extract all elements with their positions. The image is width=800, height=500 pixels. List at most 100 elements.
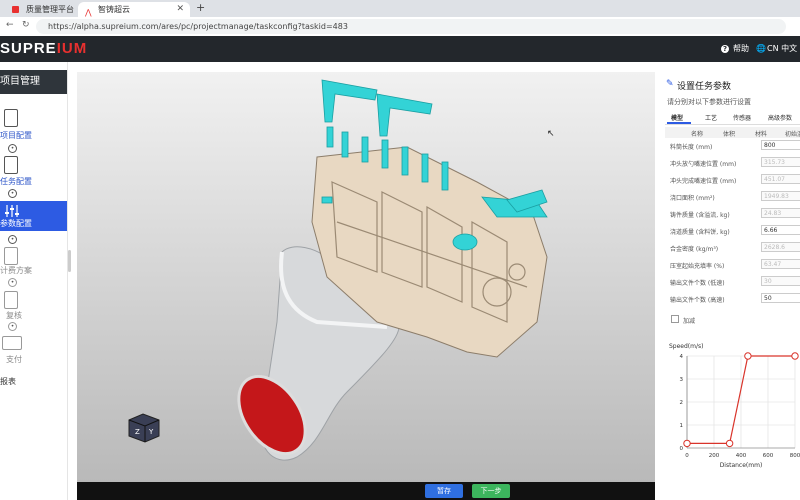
x-tick-label: 200 — [709, 453, 720, 459]
x-axis-label: Distance(mm) — [720, 462, 763, 469]
sidebar: 项目管理 项目配置 • 任务配置 • 参数配置 • 计费方案 • 复核 • 支付… — [0, 62, 68, 500]
task-config-icon[interactable] — [4, 156, 18, 174]
sliders-icon — [4, 203, 20, 217]
parameter-form: 料筒长度 (mm) 800 冲头放勺嘴速位置 (mm) 315.73 冲头完成嘴速位置 … — [663, 138, 800, 318]
panel-tabs: 模型 工艺 传感器 高级参数 — [665, 110, 800, 125]
field-label: 输出文件个数 (高速) — [670, 297, 725, 304]
speed-point — [725, 439, 734, 448]
checkbox[interactable] — [671, 315, 679, 323]
field-input[interactable]: 2628.6 — [761, 242, 800, 252]
mouse-cursor-icon: ↖ — [547, 129, 555, 139]
help-link[interactable]: 帮助 — [733, 36, 749, 62]
parameter-panel: ✎ 设置任务参数 请分别对以下参数进行设置 模型 工艺 传感器 高级参数 名称 … — [663, 72, 800, 500]
x-tick-label: 0 — [685, 453, 689, 459]
y-tick-label: 1 — [680, 423, 684, 429]
sidebar-item-label: 参数配置 — [0, 219, 32, 228]
x-tick-label: 600 — [763, 453, 774, 459]
url-field[interactable]: https://alpha.supreium.com/ares/pc/proje… — [36, 19, 786, 34]
url-text: https://alpha.supreium.com/ares/pc/proje… — [48, 22, 348, 31]
view-cube-icon[interactable]: ZY — [127, 412, 161, 443]
speed-point — [744, 352, 752, 360]
field-input[interactable]: 30 — [761, 276, 800, 286]
field-label: 浇口面积 (mm²) — [670, 195, 715, 202]
language-selector[interactable]: CN 中文 — [767, 36, 797, 62]
tab-label: 智铸超云 — [98, 5, 130, 14]
y-tick-label: 3 — [680, 377, 684, 383]
panel-title: 设置任务参数 — [677, 82, 732, 92]
sidebar-collapse-handle[interactable] — [68, 250, 71, 272]
field-input[interactable]: 24.83 — [761, 208, 800, 218]
step-dot-icon: • — [8, 278, 17, 287]
panel-subtitle: 请分别对以下参数进行设置 — [667, 98, 751, 106]
back-icon[interactable]: ← — [6, 20, 14, 30]
x-tick-label: 400 — [736, 453, 747, 459]
address-bar-row: ← ↻ https://alpha.supreium.com/ares/pc/p… — [0, 17, 800, 37]
new-tab-button[interactable]: + — [196, 1, 205, 14]
sidebar-item-payment[interactable]: 支付 — [6, 354, 22, 365]
field-label: 输出文件个数 (低速) — [670, 280, 725, 287]
col-material: 材料 — [755, 131, 768, 138]
svg-text:Z: Z — [135, 428, 140, 436]
step-dot-icon: • — [8, 189, 17, 198]
field-input[interactable]: 800 — [761, 140, 800, 150]
model-3d-viewport[interactable]: ZY ↖ — [77, 72, 655, 482]
y-tick-label: 2 — [680, 400, 684, 406]
sidebar-item-report[interactable]: 报表 — [0, 376, 16, 387]
field-input[interactable]: 63.47 — [761, 259, 800, 269]
field-label: 压室起始充填率 (%) — [670, 263, 725, 270]
browser-tab-bar: 质量管理平台 ✕ ⋀ 智铸超云 ✕ + — [0, 0, 800, 17]
y-tick-label: 0 — [680, 446, 684, 452]
col-volume: 体积 — [723, 131, 736, 138]
x-tick-label: 800 — [790, 453, 800, 459]
sidebar-title: 项目管理 — [0, 70, 67, 94]
tab-favicon-icon — [12, 6, 19, 13]
field-input[interactable]: 50 — [761, 293, 800, 303]
active-tab-indicator — [667, 122, 691, 124]
tab-process[interactable]: 工艺 — [705, 113, 717, 122]
close-icon[interactable]: ✕ — [176, 2, 184, 17]
next-step-button[interactable]: 下一步 — [472, 484, 510, 498]
sidebar-item-billing[interactable]: 计费方案 — [0, 265, 32, 276]
step-dot-icon: • — [8, 235, 17, 244]
speed-chart-svg: Speed(m/s) 0 200 400 600 800 0 1 2 3 4 Distance(mm) — [669, 343, 800, 469]
field-label: 合金密度 (kg/m³) — [670, 246, 719, 253]
speed-point — [683, 439, 691, 448]
checkbox-label: 加减 — [683, 318, 696, 325]
svg-text:Y: Y — [148, 428, 154, 436]
speed-chart: Speed(m/s) 0 200 400 600 800 0 1 2 3 4 Distance(mm) — [663, 338, 800, 470]
y-axis-label: Speed(m/s) — [669, 343, 703, 350]
field-input[interactable]: 451.07 — [761, 174, 800, 184]
field-label: 冲头完成嘴速位置 (mm) — [670, 178, 737, 185]
save-draft-button[interactable]: 暂存 — [425, 484, 463, 498]
globe-icon[interactable]: 🌐 — [756, 36, 766, 62]
sidebar-item-task-config[interactable]: 任务配置 — [0, 176, 32, 187]
sidebar-item-params-active[interactable]: 参数配置 — [0, 201, 67, 231]
casting-model — [237, 79, 548, 461]
payment-icon[interactable] — [2, 336, 22, 350]
sidebar-item-review[interactable]: 复核 — [6, 310, 22, 321]
field-label: 浇道质量 (含料饼, kg) — [670, 229, 730, 236]
project-config-icon[interactable] — [4, 109, 18, 127]
field-input[interactable]: 315.73 — [761, 157, 800, 167]
field-input[interactable]: 6.66 — [761, 225, 800, 235]
field-input[interactable]: 1949.83 — [761, 191, 800, 201]
browser-tab-active[interactable]: ⋀ 智铸超云 ✕ — [78, 2, 190, 17]
tab-advanced[interactable]: 高级参数 — [768, 113, 792, 122]
step-dot-icon: • — [8, 322, 17, 331]
tab-model[interactable]: 模型 — [671, 113, 683, 122]
app-header: SUPREIUM ? 帮助 🌐 CN 中文 — [0, 36, 800, 62]
billing-icon[interactable] — [4, 247, 18, 265]
tab-sensor[interactable]: 传感器 — [733, 113, 751, 122]
field-label: 冲头放勺嘴速位置 (mm) — [670, 161, 737, 168]
reload-icon[interactable]: ↻ — [22, 20, 30, 30]
sidebar-item-project-config[interactable]: 项目配置 — [0, 130, 32, 141]
tab-label: 质量管理平台 — [26, 5, 74, 14]
review-icon[interactable] — [4, 291, 18, 309]
edit-icon: ✎ — [666, 79, 674, 89]
step-dot-icon: • — [8, 144, 17, 153]
field-label: 铸件质量 (含溢流, kg) — [670, 212, 730, 219]
col-name: 名称 — [691, 131, 704, 138]
col-init-temp: 初始温 — [785, 131, 800, 138]
speed-point — [791, 352, 799, 360]
help-icon[interactable]: ? — [721, 36, 729, 62]
